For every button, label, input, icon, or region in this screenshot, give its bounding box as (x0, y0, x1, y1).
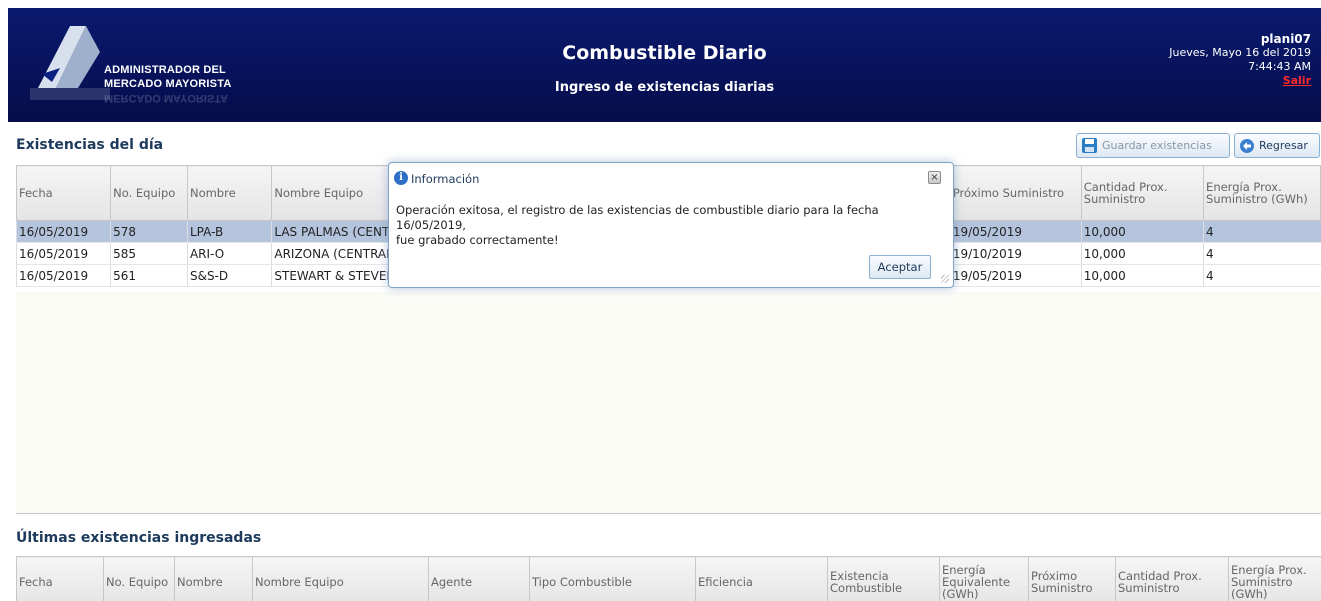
col-header[interactable]: Tipo Combustible (529, 556, 696, 601)
col-header[interactable]: Eficiencia (695, 556, 828, 601)
close-icon[interactable]: × (928, 171, 941, 184)
col-header[interactable]: Fecha (16, 556, 104, 601)
cell: LPA-B (186, 220, 272, 243)
back-button[interactable]: Regresar (1234, 133, 1320, 158)
arrow-left-icon (1240, 138, 1254, 153)
cell: 561 (110, 264, 188, 287)
cell: 19/05/2019 (949, 264, 1082, 287)
info-icon: i (394, 171, 408, 185)
col-header[interactable]: Existencia Combustible (827, 556, 940, 601)
username: plani07 (1260, 32, 1311, 46)
current-date: Jueves, Mayo 16 del 2019 (1169, 46, 1311, 59)
cell: 16/05/2019 (15, 242, 111, 265)
amm-logo: ADMINISTRADOR DEL MERCADO MAYORISTA MERC… (30, 22, 250, 108)
dialog-title: Información (411, 172, 480, 186)
app-title: Combustible Diario (562, 42, 767, 64)
app-header: ADMINISTRADOR DEL MERCADO MAYORISTA MERC… (8, 8, 1321, 122)
dialog-message-line2: fue grabado correctamente! (396, 233, 559, 247)
cell: 4 (1203, 242, 1321, 265)
cell: 585 (110, 242, 188, 265)
floppy-disk-icon (1082, 138, 1097, 153)
last-stock-table: Fecha No. Equipo Nombre Nombre Equipo Ag… (16, 556, 1321, 601)
grid-empty-area (16, 292, 1321, 514)
back-label: Regresar (1259, 139, 1308, 152)
cell: 10,000 (1080, 220, 1204, 243)
col-header[interactable]: Agente (428, 556, 530, 601)
cell: 4 (1203, 264, 1321, 287)
save-stock-button[interactable]: Guardar existencias (1076, 133, 1230, 158)
cell: 16/05/2019 (15, 220, 111, 243)
accept-button[interactable]: Aceptar (869, 255, 931, 279)
col-header[interactable]: Cantidad Prox. Suministro (1115, 556, 1229, 601)
cell: 19/10/2019 (949, 242, 1082, 265)
cell: 19/05/2019 (949, 220, 1082, 243)
col-header[interactable]: No. Equipo (103, 556, 175, 601)
col-header[interactable]: Nombre (186, 165, 273, 221)
user-info: plani07 Jueves, Mayo 16 del 2019 7:44:43… (1169, 32, 1311, 88)
col-header[interactable]: No. Equipo (110, 165, 188, 221)
logo-text-line1: ADMINISTRADOR DEL (104, 64, 226, 76)
cell: S&S-D (186, 264, 272, 287)
col-header[interactable]: Próximo Suministro (949, 165, 1082, 221)
dialog-message-line1: Operación exitosa, el registro de las ex… (396, 203, 879, 232)
save-stock-label: Guardar existencias (1102, 139, 1212, 152)
table-header-row: Fecha No. Equipo Nombre Nombre Equipo Ag… (16, 556, 1321, 601)
col-header[interactable]: Cantidad Prox. Suministro (1080, 165, 1205, 221)
dialog-message: Operación exitosa, el registro de las ex… (396, 203, 952, 248)
col-header[interactable]: Próximo Suministro (1028, 556, 1116, 601)
current-time: 7:44:43 AM (1248, 60, 1311, 73)
cell: 10,000 (1080, 242, 1204, 265)
cell: 10,000 (1080, 264, 1204, 287)
cell: 578 (110, 220, 188, 243)
col-header[interactable]: Energía Prox. Suministro (GWh) (1228, 556, 1321, 601)
col-header[interactable]: Energía Equivalente (GWh) (939, 556, 1029, 601)
logout-link[interactable]: Salir (1169, 74, 1311, 88)
col-header[interactable]: Energía Prox. Suministro (GWh) (1203, 165, 1321, 221)
info-dialog: i Información × Operación exitosa, el re… (388, 162, 954, 288)
section-title-ultimas-existencias: Últimas existencias ingresadas (16, 530, 262, 546)
cell: ARI-O (186, 242, 272, 265)
cell: 16/05/2019 (15, 264, 111, 287)
app-subtitle: Ingreso de existencias diarias (554, 80, 775, 95)
col-header[interactable]: Nombre Equipo (252, 556, 429, 601)
col-header[interactable]: Nombre (174, 556, 253, 601)
cell: 4 (1203, 220, 1321, 243)
section-title-existencias-dia: Existencias del día (16, 137, 164, 153)
resize-grip-icon[interactable] (941, 275, 949, 283)
col-header[interactable]: Fecha (15, 165, 112, 221)
